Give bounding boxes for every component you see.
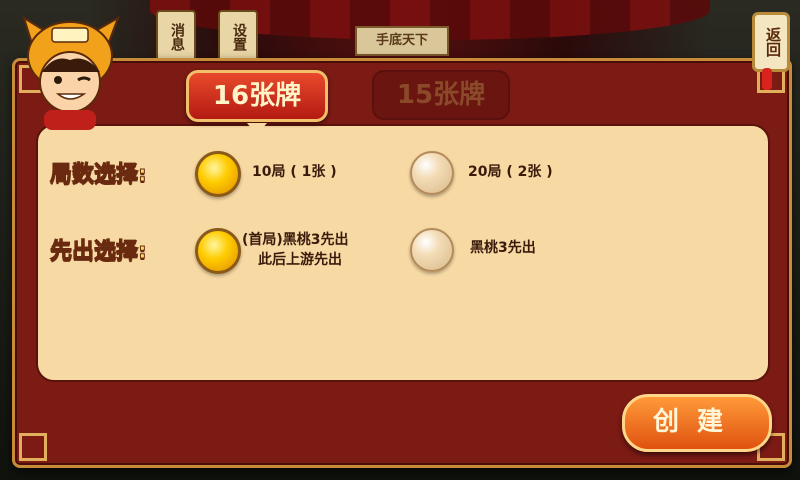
option-20-rounds-text[interactable]: 20局 ( 2张 ) — [468, 162, 553, 182]
corner-ornament — [19, 433, 47, 461]
radio-first-spade3-then-winner[interactable] — [195, 228, 241, 274]
tiger-hat-mascot — [22, 15, 120, 130]
bg-settings-tab: 设置 — [218, 10, 258, 64]
back-button[interactable]: 返回 — [752, 12, 790, 72]
option-first-spade3-line1[interactable]: (首局)黑桃3先出 — [242, 230, 349, 250]
radio-20-rounds[interactable] — [410, 151, 454, 195]
create-button[interactable]: 创建 — [622, 394, 772, 452]
lantern-ornament — [762, 68, 772, 90]
tab-15-cards[interactable]: 15张牌 — [372, 70, 510, 120]
radio-10-rounds[interactable] — [195, 151, 241, 197]
option-first-spade3-line2[interactable]: 此后上游先出 — [258, 250, 342, 270]
rounds-label: 局数选择: — [50, 162, 148, 188]
option-10-rounds-text[interactable]: 10局 ( 1张 ) — [252, 162, 337, 182]
bg-messages-tab: 消息 — [156, 10, 196, 64]
tab-16-cards[interactable]: 16张牌 — [186, 70, 328, 135]
option-spade3-first-text[interactable]: 黑桃3先出 — [470, 238, 536, 258]
radio-spade3-first[interactable] — [410, 228, 454, 272]
first-play-label: 先出选择: — [50, 239, 148, 265]
bg-sign: 手底天下 — [355, 26, 449, 56]
